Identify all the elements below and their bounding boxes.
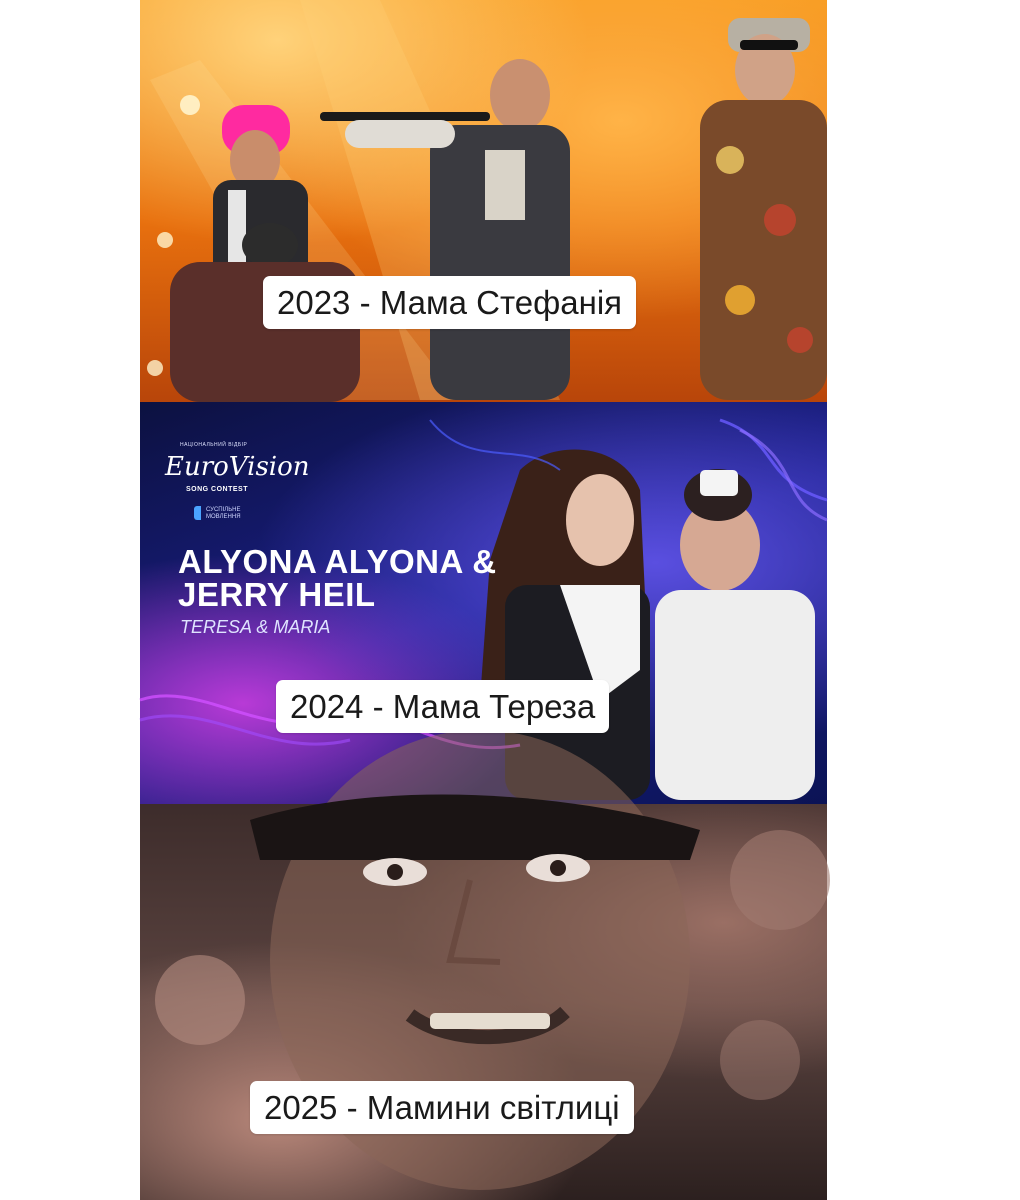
broadcaster-name: СУСПІЛЬНЕ МОВЛЕННЯ: [206, 507, 241, 520]
panel-2023-illustration: [139, 0, 830, 1190]
eurovision-logo: EuroVision: [165, 452, 310, 482]
caption-2025: 2025 - Мамини світлиці: [250, 1081, 634, 1134]
song-title: TERESA & MARIA: [180, 617, 331, 637]
caption-2023: 2023 - Мама Стефанія: [263, 276, 637, 329]
caption-2024: 2024 - Мама Тереза: [276, 680, 610, 733]
microphone-stand: [320, 112, 490, 121]
poster-top-text: НАЦІОНАЛЬНИЙ ВІДБІР: [180, 442, 248, 448]
broadcaster-logo-icon: [194, 506, 201, 520]
eurovision-logo-subtitle: SONG CONTEST: [186, 486, 249, 493]
artist-name: ALYONA ALYONA & JERRY HEIL: [178, 543, 497, 613]
